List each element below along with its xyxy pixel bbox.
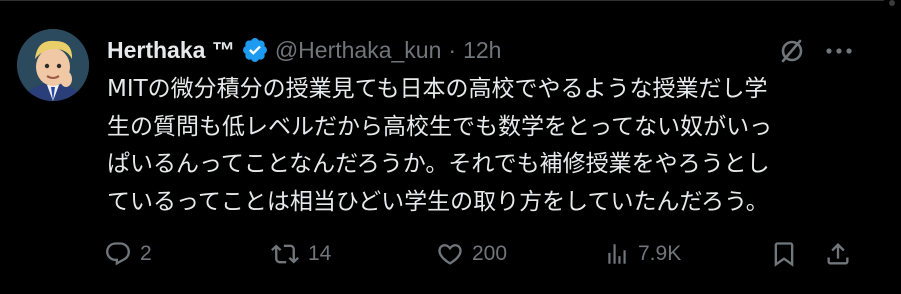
- grok-icon[interactable]: [776, 35, 808, 67]
- reply-button[interactable]: 2: [104, 236, 152, 272]
- like-icon: [438, 244, 462, 265]
- verified-badge-icon[interactable]: [241, 36, 269, 64]
- bookmark-icon: [774, 242, 794, 267]
- reply-count: 2: [140, 242, 152, 265]
- action-bar: 2 14 200 7.9K: [0, 236, 884, 272]
- separator-dot: ·: [448, 36, 457, 63]
- share-icon: [827, 243, 849, 265]
- retweet-button[interactable]: 14: [270, 236, 331, 272]
- bookmark-button[interactable]: [770, 236, 798, 272]
- views-button[interactable]: 7.9K: [604, 236, 681, 272]
- avatar-illustration: [17, 29, 89, 101]
- retweet-count: 14: [308, 242, 332, 265]
- views-icon: [608, 244, 626, 264]
- retweet-icon: [271, 244, 299, 264]
- like-count: 200: [472, 242, 508, 265]
- like-button[interactable]: 200: [436, 236, 507, 272]
- share-button[interactable]: [824, 236, 852, 272]
- reply-icon: [106, 242, 130, 266]
- tweet-header: Herthaka ™ @Herthaka_kun · 12h: [107, 32, 501, 68]
- tweet-text: MITの微分積分の授業見ても日本の高校でやるような授業だし学 生の質問も低レベル…: [107, 76, 773, 215]
- views-count: 7.9K: [638, 242, 682, 265]
- avatar[interactable]: [17, 29, 89, 101]
- timestamp[interactable]: 12h: [463, 37, 501, 64]
- scrollbar[interactable]: [884, 0, 901, 294]
- scrollbar-thumb[interactable]: [889, 0, 895, 6]
- display-name[interactable]: Herthaka ™: [107, 37, 235, 64]
- top-divider: [0, 0, 884, 1]
- handle[interactable]: @Herthaka_kun: [275, 37, 442, 64]
- more-icon[interactable]: [822, 35, 856, 67]
